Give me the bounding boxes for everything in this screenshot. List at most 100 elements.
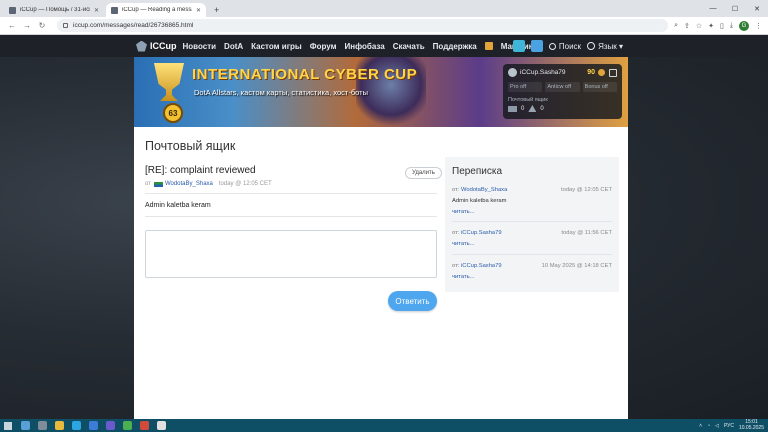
banner-subtitle: DotA Allstars, кастом карты, статистика,… — [194, 88, 368, 97]
message-subject: [RE]: complaint reviewed — [145, 165, 256, 176]
file-explorer-icon[interactable] — [55, 421, 64, 430]
sidebar-icon[interactable]: ▯ — [720, 22, 724, 30]
download-icon[interactable]: ⤓ — [730, 22, 733, 30]
shop-icon — [484, 42, 493, 51]
profile-icon[interactable] — [530, 40, 543, 52]
from-prefix: от: — [452, 230, 460, 236]
from-prefix: от: — [452, 263, 460, 269]
menu-dota[interactable]: DotA — [224, 42, 243, 51]
menu-download[interactable]: Скачать — [393, 42, 425, 51]
input-language[interactable]: РУС — [724, 423, 734, 429]
extensions-icon[interactable]: ✦ — [708, 22, 714, 30]
network-icon[interactable]: ◔ — [707, 423, 710, 429]
app-icon[interactable] — [140, 421, 149, 430]
reply-button[interactable]: Ответить — [388, 291, 437, 311]
tab-close-icon[interactable]: ✕ — [196, 7, 201, 14]
app-icon[interactable] — [106, 421, 115, 430]
browser-tab-help[interactable]: iCCup — Помощь / 31-искусство ✕ — [4, 3, 104, 17]
maximize-button[interactable]: ☐ — [724, 0, 746, 17]
mail-icon[interactable] — [508, 105, 517, 112]
menu-forum[interactable]: Форум — [310, 42, 337, 51]
conversation-author[interactable]: iCCup.Sasha79 — [461, 230, 502, 236]
close-window-button[interactable]: ✕ — [746, 0, 768, 17]
main-content: Почтовый ящик [RE]: complaint reviewed У… — [134, 127, 628, 419]
divider — [452, 254, 612, 255]
site-header: ICCup Новости DotA Кастом игры Форум Инф… — [0, 35, 768, 57]
reply-textarea[interactable] — [145, 230, 437, 278]
telegram-icon[interactable] — [72, 421, 81, 430]
menu-news[interactable]: Новости — [183, 42, 217, 51]
tab-label: iCCup — Помощь / 31-искусство — [20, 7, 90, 13]
warning-count: 0 — [540, 105, 544, 112]
conversation-item: от: iCCup.Sasha79 today @ 11:56 CET чита… — [452, 230, 612, 247]
clock[interactable]: 15:01 10.05.2025 — [739, 419, 764, 431]
system-tray: ˄ ◔ ◁ РУС 15:01 10.05.2025 — [699, 419, 764, 432]
app-icon[interactable] — [89, 421, 98, 430]
warning-icon[interactable] — [528, 105, 537, 112]
main-menu: Новости DotA Кастом игры Форум Инфобаза … — [183, 42, 550, 51]
tray-chevron-icon[interactable]: ˄ — [699, 423, 702, 429]
app-icon[interactable] — [123, 421, 132, 430]
windows-start-icon[interactable] — [4, 421, 12, 430]
globe-icon — [587, 42, 596, 50]
back-button[interactable]: ← — [6, 21, 18, 30]
menu-infobase[interactable]: Инфобаза — [345, 42, 385, 51]
mailbox-label: Почтовый ящик — [508, 97, 548, 103]
language-selector[interactable]: Язык ▾ — [587, 42, 623, 51]
delete-button[interactable]: Удалить — [405, 167, 442, 179]
forward-button[interactable]: → — [21, 21, 33, 30]
logout-icon[interactable] — [609, 68, 617, 77]
read-more-link[interactable]: читать... — [452, 209, 612, 215]
url-text: iccup.com/messages/read/26736865.html — [73, 22, 194, 29]
header-right: Поиск Язык ▾ — [512, 40, 623, 52]
menu-custom-games[interactable]: Кастом игры — [251, 42, 302, 51]
browser-tab-message[interactable]: iCCup — Reading a message fr... ✕ — [106, 3, 206, 17]
profile-avatar[interactable]: G — [739, 20, 749, 31]
search-icon[interactable] — [21, 421, 30, 430]
new-tab-button[interactable]: + — [208, 3, 225, 17]
conversation-item: от: WodotaBy_Shaxa today @ 12:05 CET Adm… — [452, 187, 612, 215]
tab-label: iCCup — Reading a message fr... — [122, 7, 192, 13]
page-title: Почтовый ящик — [145, 139, 236, 153]
author-link[interactable]: WodotaBy_Shaxa — [165, 181, 213, 187]
menu-support[interactable]: Поддержка — [433, 42, 477, 51]
tab-close-icon[interactable]: ✕ — [94, 7, 99, 14]
level-badge: 63 — [163, 103, 183, 123]
zoom-icon[interactable]: ⌕ — [674, 22, 678, 30]
site-logo[interactable]: ICCup — [136, 40, 177, 52]
reload-button[interactable]: ↻ — [36, 21, 48, 30]
iccup-favicon-icon — [111, 6, 118, 14]
message-meta: от WodotaBy_Shaxa today @ 12:05 CET — [145, 181, 272, 187]
read-more-link[interactable]: читать... — [452, 241, 612, 247]
mail-count: 0 — [521, 105, 525, 112]
conversation-author[interactable]: iCCup.Sasha79 — [461, 263, 502, 269]
bonus-status[interactable]: Bonus off — [582, 82, 617, 92]
minimize-button[interactable]: — — [702, 0, 724, 17]
browser-menu-icon[interactable]: ⋮ — [755, 22, 762, 30]
divider — [452, 221, 612, 222]
url-field[interactable]: iccup.com/messages/read/26736865.html — [57, 19, 669, 32]
browser-toolbar: ⌕ ⇪ ☆ ✦ ▯ ⤓ G ⋮ — [674, 20, 762, 31]
browser-tab-bar: iCCup — Помощь / 31-искусство ✕ iCCup — … — [0, 0, 768, 17]
read-more-link[interactable]: читать... — [452, 274, 612, 280]
inbox-icon[interactable] — [512, 40, 525, 52]
conversation-item: от: iCCup.Sasha79 10 May 2025 @ 14:18 CE… — [452, 263, 612, 280]
share-icon[interactable]: ⇪ — [684, 22, 690, 30]
pro-status[interactable]: Pro off — [508, 82, 543, 92]
window-controls: — ☐ ✕ — [702, 0, 768, 17]
from-prefix: от: — [452, 187, 460, 193]
message-body: Admin kaletba keram — [145, 202, 211, 209]
chrome-icon[interactable] — [157, 421, 166, 430]
bookmark-star-icon[interactable]: ☆ — [696, 22, 702, 30]
trophy-icon — [154, 63, 184, 101]
conversation-author[interactable]: WodotaBy_Shaxa — [461, 187, 507, 193]
site-info-icon[interactable] — [63, 23, 68, 28]
search-button[interactable]: Поиск — [548, 42, 581, 51]
task-view-icon[interactable] — [38, 421, 47, 430]
anticw-status[interactable]: Anticw off — [545, 82, 580, 92]
volume-icon[interactable]: ◁ — [715, 423, 719, 429]
iccup-logo-icon — [136, 40, 147, 52]
user-avatar[interactable] — [508, 68, 517, 77]
user-name[interactable]: iCCup.Sasha79 — [520, 69, 587, 76]
conversation-from: от: iCCup.Sasha79 — [452, 230, 502, 236]
